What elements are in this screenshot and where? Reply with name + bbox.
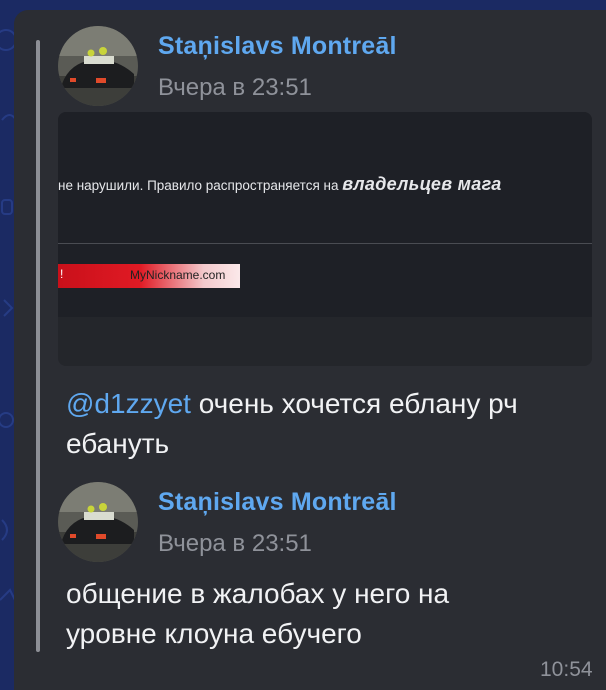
image-nick-mark: ! bbox=[60, 267, 64, 281]
author-name[interactable]: Staņislavs Montreāl bbox=[158, 488, 397, 517]
avatar-car-photo-icon bbox=[58, 26, 138, 106]
avatar-car-photo-icon bbox=[58, 482, 138, 562]
author-name[interactable]: Staņislavs Montreāl bbox=[158, 32, 397, 61]
image-nickname-bar: ! MyNickname.com bbox=[58, 264, 240, 288]
reply-quote-bar bbox=[36, 40, 40, 652]
message-date: Вчера в 23:51 bbox=[158, 530, 312, 557]
image-divider bbox=[58, 243, 592, 244]
message-text: @d1zzyet очень хочется еблану рч ебануть bbox=[66, 384, 518, 464]
mention-link[interactable]: @d1zzyet bbox=[66, 388, 191, 419]
message-text-line1: общение в жалобах у него на bbox=[66, 578, 450, 609]
message-date: Вчера в 23:51 bbox=[158, 74, 312, 101]
author-avatar[interactable] bbox=[58, 482, 138, 562]
image-upper-area: не нарушили. Правило распространяется на… bbox=[58, 112, 592, 317]
image-nickname: MyNickname.com bbox=[130, 268, 226, 282]
message-text-line1: очень хочется еблану рч bbox=[190, 388, 518, 419]
message-text: общение в жалобах у него на уровне клоун… bbox=[66, 574, 449, 654]
image-text-plain: не нарушили. Правило распространяется на bbox=[58, 178, 343, 193]
author-avatar[interactable] bbox=[58, 26, 138, 106]
message-text-line2: ебануть bbox=[66, 428, 170, 459]
attached-image[interactable]: не нарушили. Правило распространяется на… bbox=[58, 112, 592, 366]
image-text-line: не нарушили. Правило распространяется на… bbox=[58, 174, 502, 195]
message-timestamp: 10:54 bbox=[540, 658, 593, 681]
message-text-line2: уровне клоуна ебучего bbox=[66, 618, 362, 649]
image-text-bold: владельцев мага bbox=[342, 174, 502, 194]
